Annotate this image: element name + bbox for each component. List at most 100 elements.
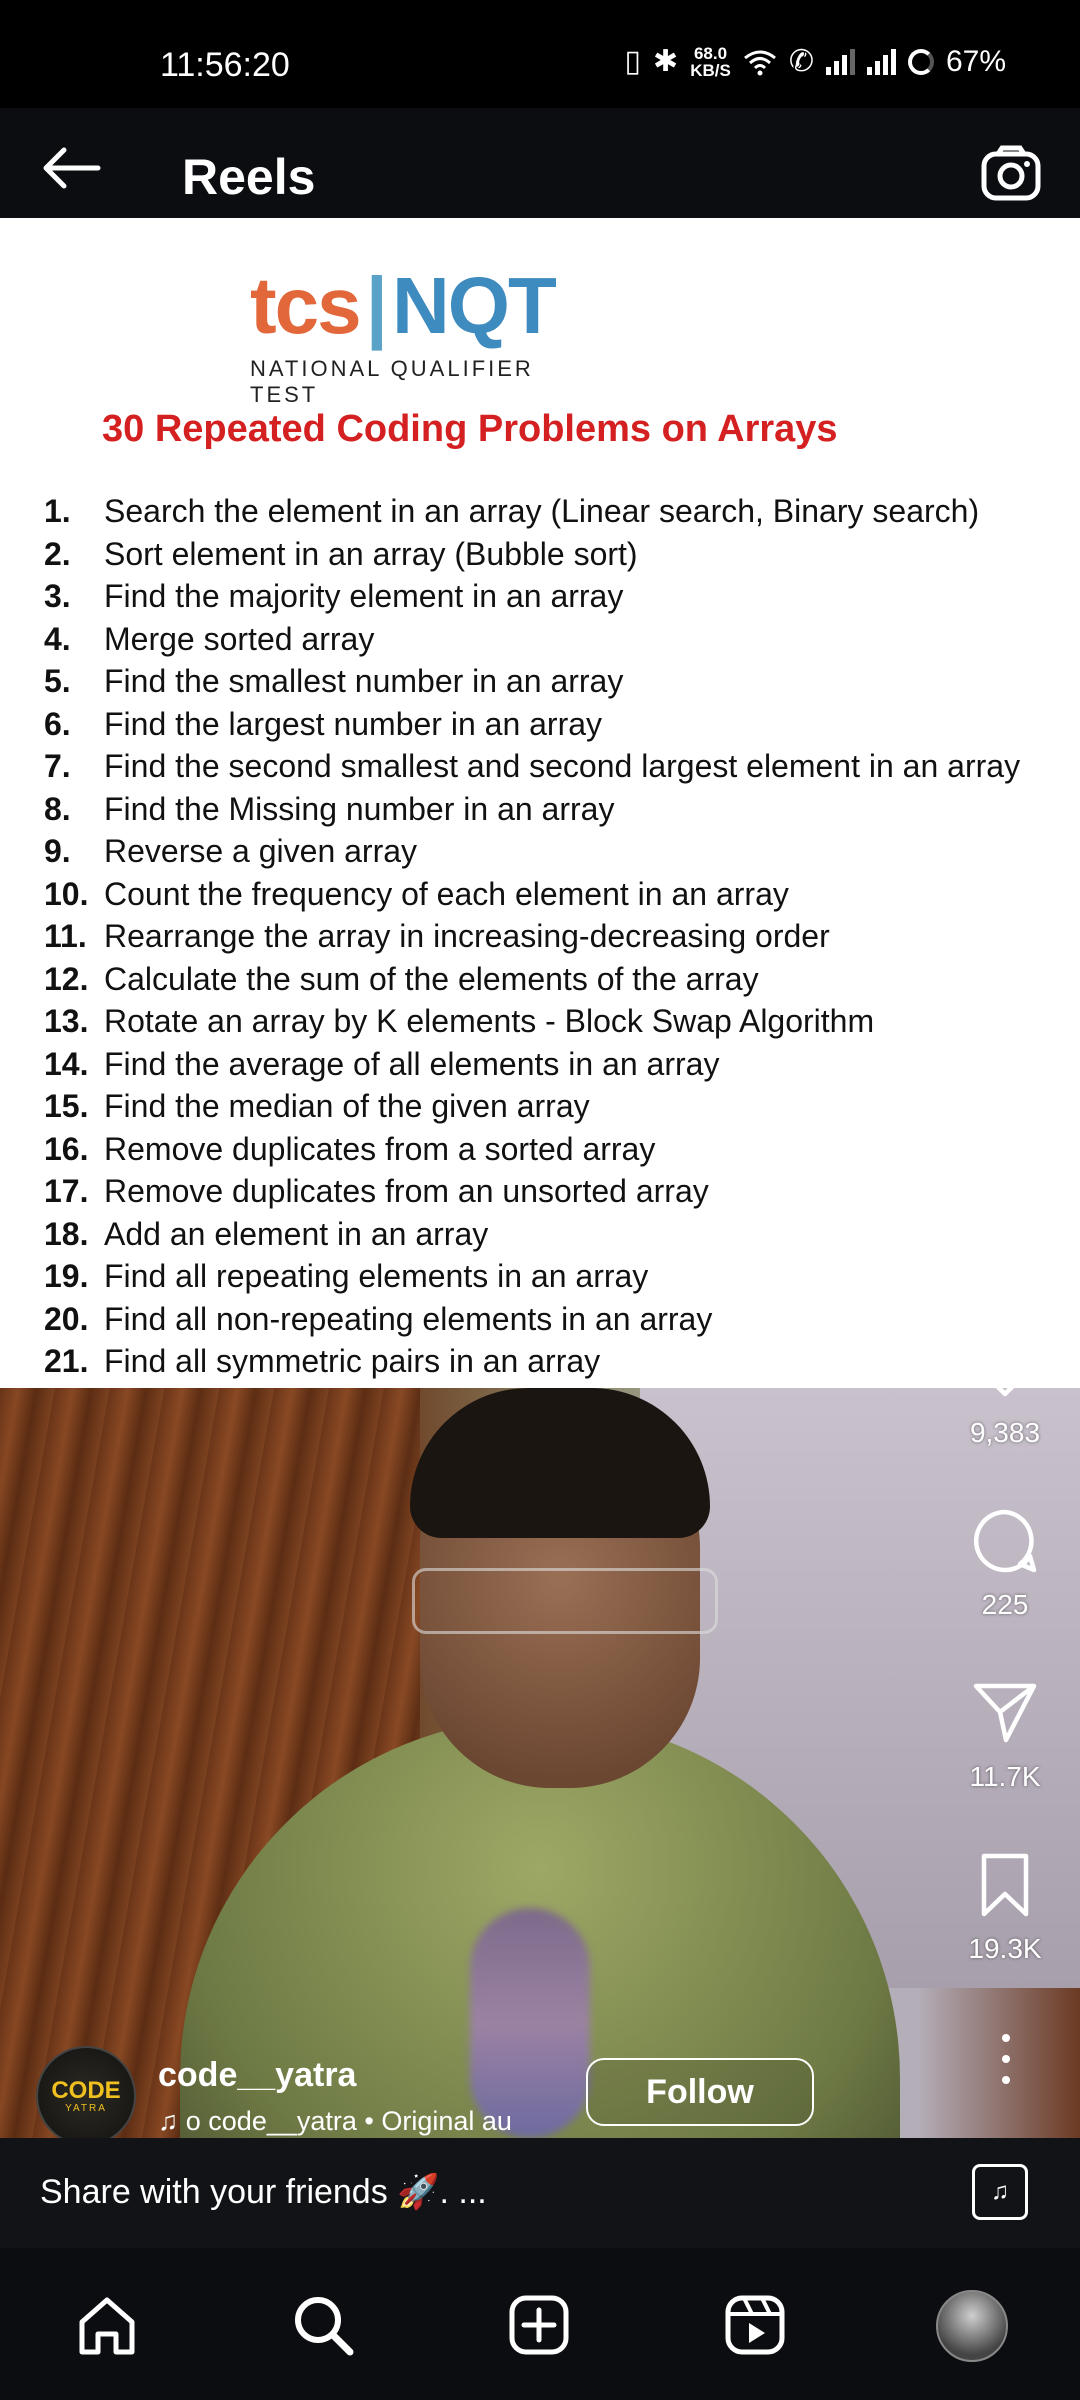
avatar-text-top: CODE xyxy=(51,2076,121,2104)
problem-number: 2. xyxy=(44,535,71,572)
problem-text: Find the average of all elements in an a… xyxy=(104,1045,720,1082)
net-speed: 68.0 KB/S xyxy=(690,45,731,79)
problem-number: 14. xyxy=(44,1045,89,1082)
problem-item: 9. Reverse a given array xyxy=(44,830,1020,873)
search-icon[interactable] xyxy=(288,2290,358,2360)
problem-text: Calculate the sum of the elements of the… xyxy=(104,960,759,997)
logo-text-left: tcs xyxy=(250,261,362,350)
share-action[interactable]: 11.7K xyxy=(955,1678,1055,1793)
status-icons: ▯ ✱ 68.0 KB/S ✆ 67% xyxy=(625,44,1006,79)
bluetooth-icon: ✱ xyxy=(653,45,679,78)
problem-number: 3. xyxy=(44,578,71,614)
problem-number: 18. xyxy=(44,1215,89,1252)
vibrate-icon: ▯ xyxy=(624,45,642,78)
audio-thumbnail-icon[interactable]: ♫ xyxy=(972,2164,1028,2220)
comment-action[interactable]: 225 xyxy=(955,1506,1055,1621)
camera-icon[interactable] xyxy=(980,144,1042,202)
problem-item: 18. Add an element in an array xyxy=(44,1213,1020,1256)
problem-item: 3. Find the majority element in an array xyxy=(44,575,1020,618)
caption-text[interactable]: Share with your friends 🚀. ... xyxy=(40,2172,487,2212)
problem-text: Find the median of the given array xyxy=(104,1088,590,1124)
problem-number: 10. xyxy=(44,875,89,912)
status-bar: 11:56:20 ▯ ✱ 68.0 KB/S ✆ 67% xyxy=(0,0,1080,108)
share-count: 11.7K xyxy=(969,1761,1041,1792)
problem-list: 1. Search the element in an array (Linear… xyxy=(44,490,1020,1383)
problem-item: 6. Find the largest number in an array xyxy=(44,703,1020,746)
caption-bar[interactable]: Share with your friends 🚀. ... ♫ xyxy=(0,2138,1080,2248)
problem-item: 17. Remove duplicates from an unsorted ar… xyxy=(44,1170,1020,1213)
problem-number: 17. xyxy=(44,1173,89,1209)
problem-number: 8. xyxy=(44,790,71,827)
signal-1-icon xyxy=(825,48,855,75)
audio-label[interactable]: ♫ o code__yatra • Original au xyxy=(158,2106,598,2137)
reels-icon[interactable] xyxy=(720,2290,790,2360)
problem-number: 20. xyxy=(44,1300,89,1337)
problem-number: 7. xyxy=(44,748,71,784)
audio-text: o code__yatra • Original au xyxy=(185,2106,512,2136)
wifi-call-icon: ✆ xyxy=(788,45,814,78)
tcs-nqt-logo: tcs | NQT NATIONAL QUALIFIER TEST xyxy=(250,266,590,408)
problem-item: 20. Find all non-repeating elements in an… xyxy=(44,1298,1020,1341)
problem-text: Rotate an array by K elements - Block Sw… xyxy=(104,1003,875,1039)
problem-item: 4. Merge sorted array xyxy=(44,618,1020,661)
problem-number: 16. xyxy=(44,1130,89,1167)
heart-icon[interactable] xyxy=(970,1334,1040,1404)
music-note-icon: ♫ xyxy=(158,2106,186,2136)
send-icon[interactable] xyxy=(970,1678,1040,1748)
problem-item: 12. Calculate the sum of the elements of … xyxy=(44,958,1020,1001)
problem-text: Find the smallest number in an array xyxy=(104,663,624,699)
home-icon[interactable] xyxy=(72,2290,142,2360)
author-username[interactable]: code__yatra xyxy=(158,2056,356,2095)
document-heading: 30 Repeated Coding Problems on Arrays xyxy=(102,408,838,450)
author-avatar[interactable]: CODE YATRA xyxy=(36,2046,136,2146)
problem-text: Count the frequency of each element in a… xyxy=(104,875,789,912)
problem-text: Find the Missing number in an array xyxy=(104,790,615,827)
comment-icon[interactable] xyxy=(970,1506,1040,1576)
problem-number: 19. xyxy=(44,1258,89,1294)
logo-subtitle: NATIONAL QUALIFIER TEST xyxy=(250,356,534,407)
avatar-text-bottom: YATRA xyxy=(65,2102,107,2114)
wifi-icon xyxy=(743,50,776,75)
bookmark-icon[interactable] xyxy=(970,1850,1040,1920)
profile-avatar[interactable] xyxy=(936,2290,1008,2362)
reel-video[interactable] xyxy=(0,1388,1080,2138)
problem-text: Remove duplicates from a sorted array xyxy=(104,1130,656,1167)
comment-count: 225 xyxy=(981,1589,1029,1620)
problem-number: 12. xyxy=(44,960,89,997)
problem-item: 19. Find all repeating elements in an arr… xyxy=(44,1255,1020,1298)
problem-item: 16. Remove duplicates from a sorted array xyxy=(44,1128,1020,1171)
problem-number: 13. xyxy=(44,1003,89,1039)
problem-text: Find the majority element in an array xyxy=(104,578,624,614)
like-action[interactable]: 9,383 xyxy=(955,1334,1055,1449)
arrow-left-icon[interactable] xyxy=(36,138,106,198)
problem-item: 14. Find the average of all elements in a… xyxy=(44,1043,1020,1086)
problem-text: Find all non-repeating elements in an ar… xyxy=(104,1300,713,1337)
net-speed-value: 68.0 xyxy=(693,43,728,63)
problem-number: 11. xyxy=(44,918,87,954)
problem-item: 21. Find all symmetric pairs in an array xyxy=(44,1340,1020,1383)
problem-item: 8. Find the Missing number in an array xyxy=(44,788,1020,831)
follow-button[interactable]: Follow xyxy=(586,2058,814,2126)
plus-square-icon[interactable] xyxy=(504,2290,574,2360)
save-action[interactable]: 19.3K xyxy=(955,1850,1055,1965)
problem-item: 13. Rotate an array by K elements - Block… xyxy=(44,1000,1020,1043)
net-speed-unit: KB/S xyxy=(690,60,731,80)
problem-number: 1. xyxy=(44,493,71,529)
problem-text: Merge sorted array xyxy=(104,620,375,657)
problem-text: Find all symmetric pairs in an array xyxy=(104,1343,601,1379)
author-row: CODE YATRA code__yatra ♫ o code__yatra •… xyxy=(36,2046,936,2146)
problem-number: 21. xyxy=(44,1343,89,1379)
problem-text: Rearrange the array in increasing-decrea… xyxy=(104,918,830,954)
problem-text: Find the second smallest and second larg… xyxy=(104,748,1021,784)
more-vertical-icon[interactable] xyxy=(986,2034,1026,2084)
problem-number: 5. xyxy=(44,663,71,699)
problem-text: Reverse a given array xyxy=(104,833,418,869)
problem-item: 10. Count the frequency of each element i… xyxy=(44,873,1020,916)
battery-percent: 67% xyxy=(945,44,1006,78)
signal-2-icon xyxy=(866,48,896,75)
battery-icon xyxy=(907,48,934,75)
problem-number: 4. xyxy=(44,620,71,657)
status-time: 11:56:20 xyxy=(160,46,290,84)
problem-item: 2. Sort element in an array (Bubble sort) xyxy=(44,533,1020,576)
problem-item: 1. Search the element in an array (Linear… xyxy=(44,490,1020,533)
